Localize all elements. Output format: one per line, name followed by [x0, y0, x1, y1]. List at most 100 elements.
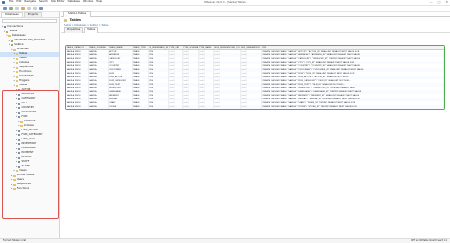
refresh-icon[interactable] [39, 6, 43, 11]
table-icon [17, 147, 21, 150]
tree-item-label: FILM_TEXT [21, 137, 36, 141]
table-icon [17, 161, 21, 164]
tree-item-label: ADDRESS [21, 92, 34, 96]
folder-icon [15, 170, 19, 173]
rollback-icon[interactable] [33, 6, 37, 11]
tab-databases[interactable]: Databases [1, 11, 23, 18]
status-left: Format: Tables in Cat [3, 238, 27, 242]
table-cell[interactable]: TABLE [132, 105, 149, 109]
table-cell[interactable]: [null] [198, 105, 214, 109]
tables-grid: TABLE_CATALOG TABLE_SCHEMA TABLE_NAME TABLE… [65, 45, 445, 110]
table-cell[interactable]: [null] [182, 105, 199, 109]
folder-icon [8, 35, 11, 38]
app-logo-icon [2, 1, 5, 4]
tree-item-label: FILM_CATEGORY [21, 133, 43, 136]
tree-item-label: Tables [19, 83, 28, 87]
minimize-button[interactable]: — [430, 1, 433, 4]
page-title: Tables [69, 17, 81, 22]
navigator-filter-input[interactable] [2, 19, 57, 23]
table-cell[interactable]: SAKILA [88, 105, 109, 109]
tree-item-label: Sakila [9, 29, 18, 33]
tree-item-label: Triggers [19, 79, 30, 82]
folder-icon [13, 174, 16, 177]
folder-icon [15, 71, 19, 74]
folder-icon [15, 75, 19, 78]
tab-tables[interactable]: Tables [84, 27, 99, 33]
table-icon [17, 89, 21, 92]
navigator-tabs: Databases Projects [0, 11, 59, 18]
folder-icon [20, 120, 23, 123]
tab-properties[interactable]: Properties [64, 27, 84, 33]
connection-icon [3, 26, 7, 29]
schema-icon [10, 44, 14, 47]
app-window: DBeaver 24.0.3 - [Sakila] Tables File Edi… [0, 0, 450, 243]
tree-item-label: Columns [23, 119, 36, 123]
table-cell[interactable]: [null] [213, 105, 241, 109]
tree-item-label: INFORMATION_SCHEMA [14, 38, 45, 42]
tab-projects[interactable]: Projects [23, 11, 42, 18]
table-icon [17, 134, 21, 137]
menu-item-window[interactable]: Window [83, 1, 93, 4]
table-icon [17, 93, 21, 96]
connect-icon[interactable] [9, 6, 13, 11]
tree-item-label: Tables [19, 52, 28, 55]
tree-item-label: CATEGORY [21, 97, 36, 100]
table-icon [17, 152, 21, 155]
new-connection-icon[interactable] [3, 6, 7, 11]
folder-icon [15, 84, 19, 87]
menu-item-navigate[interactable]: Navigate [24, 1, 36, 4]
editor-subtabs: Properties Tables [61, 27, 450, 33]
tree-item-label: PAYMENT [21, 151, 34, 154]
menu-bar: File Edit Navigate Search SQL Editor Database… [9, 1, 102, 4]
tree-item[interactable]: ▸ Functions [0, 187, 59, 192]
folder-icon [15, 53, 19, 56]
disconnect-icon[interactable] [15, 6, 19, 11]
tree-item-label: COUNTRY [21, 106, 34, 109]
menu-item-help[interactable]: Help [96, 1, 102, 4]
tree-item-label: LANGUAGE [21, 146, 36, 150]
tree-item-label: Databases [11, 34, 26, 37]
tree-item-label: ACTOR [21, 88, 31, 91]
folder-icon [15, 62, 19, 65]
folder-icon [13, 188, 16, 191]
tree-item-label: STAFF [21, 160, 30, 163]
tree-item-label: STORE [21, 164, 31, 168]
table-icon [17, 107, 21, 110]
menu-item-database[interactable]: Database [68, 1, 80, 4]
menu-item-search[interactable]: Search [39, 1, 48, 4]
tree-item-label: CITY [21, 101, 28, 105]
tree-item-label: Sequences [19, 65, 34, 69]
editor-tab[interactable]: SAKILA Tables [63, 11, 92, 17]
status-bar: Format: Tables in Cat CET en Writable Sm… [0, 238, 450, 243]
tree-item-label: SAKILA [14, 43, 24, 46]
table-cell[interactable]: YES [148, 105, 169, 109]
table-cell[interactable]: SAKILA (DEV) [66, 105, 89, 109]
table-icon [17, 102, 21, 105]
table-cell[interactable]: [null] [168, 105, 183, 109]
tree-item-label: Sequences [16, 182, 31, 186]
table-cell[interactable]: CREATE CACHED TABLE "SAKILA"."STORE"( "S… [261, 105, 444, 109]
table-row[interactable]: SAKILA (DEV) SAKILA STORE TABLE YES [null] [nu… [66, 105, 444, 109]
folder-icon [13, 48, 16, 51]
tree-item-label: INVENTORY [21, 142, 37, 145]
maximize-button[interactable]: □ [438, 1, 441, 4]
sql-editor-icon[interactable] [21, 6, 25, 11]
table-cell[interactable]: STORE [108, 105, 133, 109]
tree-item-label: CUSTOMER [21, 110, 37, 114]
tree-item-label: Views [19, 169, 27, 172]
table-icon [17, 143, 21, 146]
tree-item-label: Connections [7, 25, 24, 28]
table-icon [17, 98, 21, 101]
tree-item-label: Users [16, 178, 24, 181]
tree-item-label: FILM [21, 115, 28, 118]
menu-item-file[interactable]: File [9, 1, 13, 4]
table-icon [17, 156, 21, 159]
close-button[interactable]: ✕ [445, 1, 448, 4]
commit-icon[interactable] [27, 6, 31, 11]
menu-item-sql-editor[interactable]: SQL Editor [51, 1, 65, 4]
tree-item-label: Schemas [16, 47, 29, 51]
table-cell[interactable]: [null] [240, 105, 262, 109]
menu-item-edit[interactable]: Edit [16, 1, 21, 4]
tree-item-label: Virtual Tables [16, 173, 35, 177]
folder-icon [13, 183, 16, 186]
